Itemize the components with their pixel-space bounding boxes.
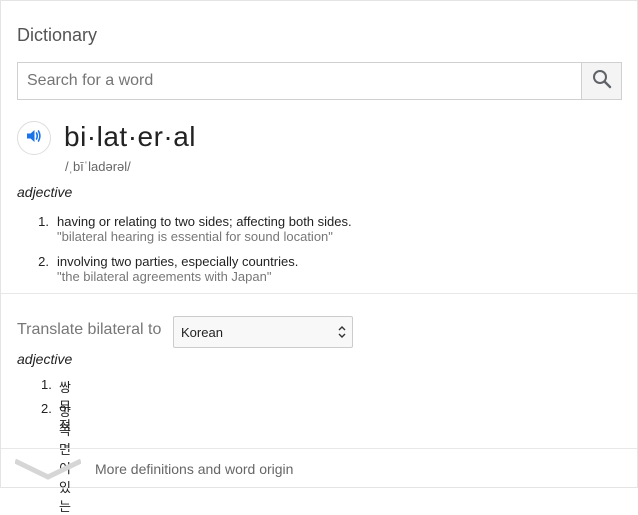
- dictionary-panel: Dictionary bi·lat·er·al /ˌbīˈladərəl/ ad…: [0, 0, 638, 514]
- definition-item: 1. having or relating to two sides; affe…: [17, 214, 617, 254]
- translate-label: Translate bilateral to: [17, 321, 162, 338]
- search-input[interactable]: [18, 63, 581, 99]
- more-definitions-label: More definitions and word origin: [95, 461, 294, 477]
- magnifier-icon: [592, 69, 612, 94]
- headword: bi·lat·er·al: [64, 121, 197, 152]
- definition-list: 1. having or relating to two sides; affe…: [17, 214, 617, 294]
- definition-number: 2.: [38, 254, 49, 269]
- part-of-speech: adjective: [17, 184, 73, 200]
- speaker-icon: [25, 127, 43, 150]
- translation-number: 1.: [41, 377, 52, 392]
- translation-part-of-speech: adjective: [17, 351, 73, 367]
- chevron-down-icon: [13, 457, 83, 486]
- translation-number: 2.: [41, 401, 52, 416]
- definition-item: 2. involving two parties, especially cou…: [17, 254, 617, 294]
- search-box: [17, 62, 622, 100]
- definition-number: 1.: [38, 214, 49, 229]
- search-button[interactable]: [581, 63, 621, 99]
- definition-text: involving two parties, especially countr…: [57, 254, 299, 269]
- selected-language: Korean: [181, 325, 223, 340]
- definition-example: "the bilateral agreements with Japan": [57, 269, 272, 284]
- more-definitions-link[interactable]: More definitions and word origin: [1, 449, 637, 487]
- definition-text: having or relating to two sides; affecti…: [57, 214, 352, 229]
- definition-example: "bilateral hearing is essential for soun…: [57, 229, 333, 244]
- panel-title: Dictionary: [17, 25, 98, 45]
- select-arrows-icon: [337, 324, 347, 340]
- language-select[interactable]: Korean: [173, 316, 353, 348]
- section-divider: [1, 293, 637, 294]
- phonetic-spelling: /ˌbīˈladərəl/: [65, 159, 131, 174]
- pronunciation-audio-button[interactable]: [17, 121, 51, 155]
